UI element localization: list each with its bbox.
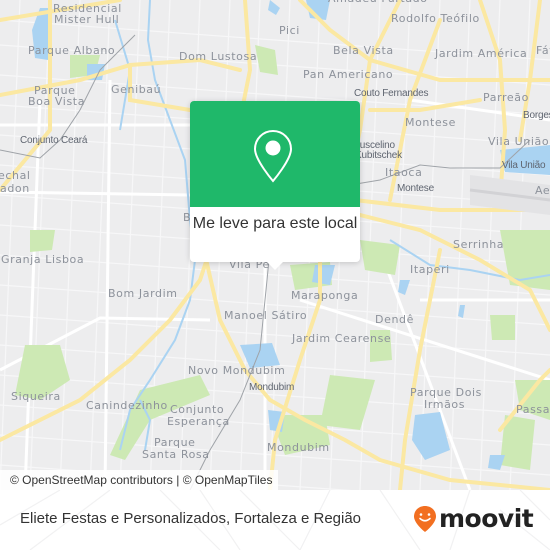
map-label: Aer — [535, 184, 550, 197]
place-title: Eliete Festas e Personalizados, Fortalez… — [20, 510, 362, 527]
footer-bar: Eliete Festas e Personalizados, Fortalez… — [0, 490, 550, 550]
map-label: Dendê — [375, 313, 414, 326]
map-label: Santa Rosa — [142, 448, 210, 461]
map-label: Parreão — [483, 91, 529, 104]
map-label: Kubitschek — [355, 150, 402, 161]
map-label: Manoel Sátiro — [224, 309, 308, 322]
map-label: Serrinha — [453, 238, 505, 251]
map-attribution[interactable]: © OpenStreetMap contributors | © OpenMap… — [0, 470, 279, 490]
map-label: Parque — [154, 436, 196, 449]
map-label: Itaperi — [410, 263, 450, 276]
map-label: echal — [0, 169, 31, 182]
map-label: Vila União — [502, 160, 546, 171]
map-view[interactable]: Residencial Mister Hull Parque Albano Pa… — [0, 0, 550, 490]
map-label: Passar — [516, 403, 550, 416]
popup-pointer — [266, 261, 284, 270]
map-label: Conjunto — [170, 403, 225, 416]
map-label: adon — [0, 182, 30, 195]
map-label: Itaoca — [385, 166, 423, 179]
map-label: Jardim América — [435, 47, 528, 60]
map-label: Borges — [523, 110, 550, 121]
map-label: Parque Dois — [410, 386, 483, 399]
map-label: Conjunto Ceará — [20, 135, 88, 146]
map-label: Fát — [536, 44, 550, 57]
map-label: Bom Jardim — [108, 287, 178, 300]
map-label: Mondubim — [249, 382, 295, 393]
map-pin-icon — [253, 129, 293, 183]
map-label: Irmãos — [424, 398, 466, 411]
map-label: Bela Vista — [333, 44, 394, 57]
destination-popup[interactable]: Me leve para este local — [190, 101, 360, 270]
map-label: Pici — [279, 24, 300, 37]
map-label: Genibaú — [111, 83, 162, 96]
map-label: Pan Americano — [303, 68, 394, 81]
map-label: Maraponga — [291, 289, 359, 302]
take-me-here-button[interactable]: Me leve para este local — [190, 213, 360, 235]
moovit-logo[interactable]: moovit — [413, 504, 534, 534]
moovit-smile-pin-icon — [414, 506, 436, 532]
map-label: Parque Albano — [28, 44, 116, 57]
map-label: Montese — [405, 116, 456, 129]
map-label: Boa Vista — [28, 95, 86, 108]
map-label: Montese — [397, 183, 434, 194]
map-label: Rodolfo Teófilo — [391, 12, 480, 25]
popup-header[interactable] — [190, 101, 360, 207]
map-label: Canindezinho — [86, 399, 168, 412]
map-label: Jardim Cearense — [292, 332, 392, 345]
map-label: Vila União — [488, 135, 550, 148]
map-label: Granja Lisboa — [1, 253, 85, 266]
map-label: Mondubim — [267, 441, 330, 454]
moovit-wordmark: moovit — [439, 504, 534, 533]
map-label: Amadeu Furtado — [328, 0, 428, 4]
map-label: Dom Lustosa — [179, 50, 258, 63]
map-label: Siqueira — [11, 390, 61, 403]
map-label: Couto Fernandes — [354, 88, 429, 99]
map-label: Mister Hull — [54, 13, 120, 26]
map-label: Novo Mondubim — [188, 364, 286, 377]
map-label: Esperança — [167, 415, 230, 428]
